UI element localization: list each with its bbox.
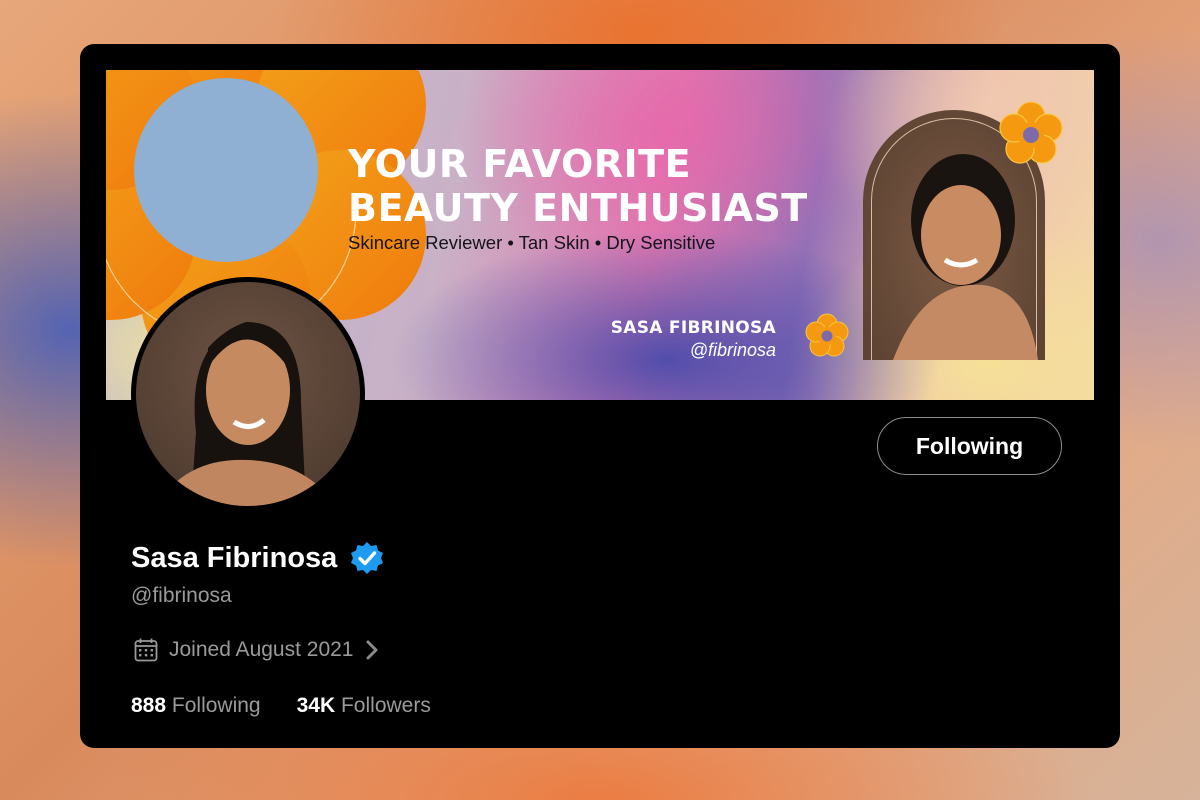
following-count[interactable]: 888 Following	[131, 694, 261, 718]
display-name: Sasa Fibrinosa	[131, 541, 338, 574]
calendar-icon	[134, 638, 158, 662]
following-button[interactable]: Following	[877, 417, 1062, 475]
banner-name: SASA FIBRINOSA	[610, 318, 776, 338]
profile-name-row: Sasa Fibrinosa	[131, 540, 385, 576]
banner-headline-line1: YOUR FAVORITE	[348, 142, 692, 186]
banner-tagline: Skincare Reviewer • Tan Skin • Dry Sensi…	[348, 232, 716, 253]
banner-headline: YOUR FAVORITE BEAUTY ENTHUSIAST	[348, 142, 808, 230]
stat-label: Following	[171, 694, 261, 717]
stat-count: 34K	[296, 694, 336, 717]
avatar[interactable]	[131, 277, 365, 511]
banner-headline-line2: BEAUTY ENTHUSIAST	[348, 186, 808, 230]
chevron-right-icon	[366, 640, 377, 660]
verified-badge-icon	[351, 542, 384, 574]
avatar-photo	[156, 322, 336, 506]
stat-label: Followers	[340, 694, 431, 717]
flower-icon	[805, 313, 849, 357]
flower-icon	[999, 101, 1063, 164]
joined-date[interactable]: Joined August 2021	[133, 637, 380, 663]
stat-count: 888	[131, 694, 167, 717]
joined-label: Joined August 2021	[169, 638, 354, 661]
banner-handle: @fibrinosa	[689, 340, 776, 360]
profile-card: YOUR FAVORITE BEAUTY ENTHUSIAST Skincare…	[80, 44, 1120, 748]
profile-stats: 888 Following 34K Followers	[131, 694, 431, 718]
profile-handle: @fibrinosa	[131, 584, 232, 607]
followers-count[interactable]: 34K Followers	[297, 694, 431, 718]
